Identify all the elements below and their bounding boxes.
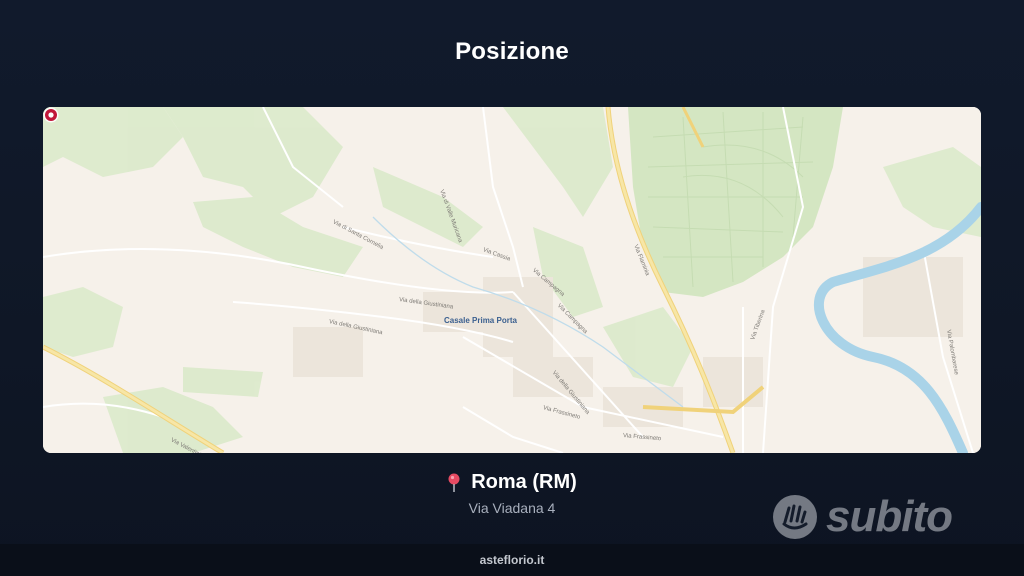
footer-link[interactable]: asteflorio.it	[480, 553, 545, 567]
location-map[interactable]: Via Flaminia Via Tiberina Via della Gius…	[43, 107, 981, 453]
footer: asteflorio.it	[0, 544, 1024, 576]
page-title: Posizione	[455, 38, 569, 65]
place-label: Casale Prima Porta	[444, 316, 517, 325]
subito-watermark: subito	[772, 490, 972, 544]
map-tiles	[43, 107, 981, 453]
location-city: Roma (RM)	[471, 471, 577, 493]
subito-hand-icon	[773, 495, 817, 539]
map-marker-icon[interactable]	[43, 107, 59, 123]
map-pin-icon	[448, 473, 460, 492]
subito-logo-text: subito	[826, 492, 953, 541]
